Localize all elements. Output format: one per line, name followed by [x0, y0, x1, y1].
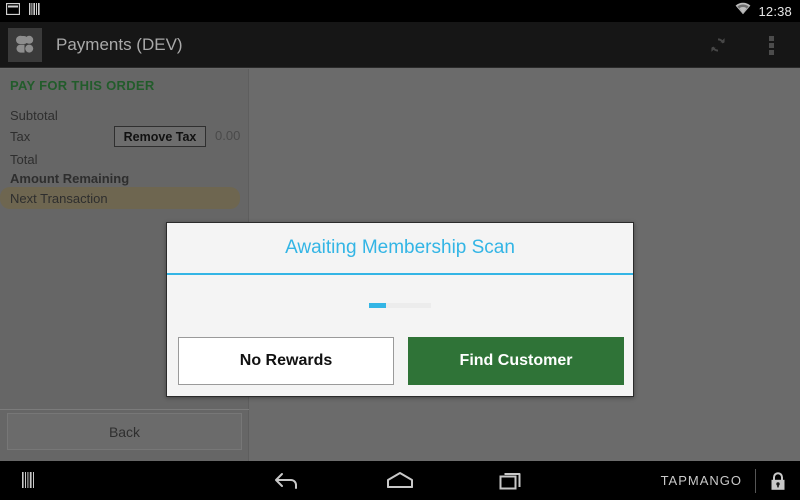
card-icon [5, 2, 21, 20]
remove-tax-button[interactable]: Remove Tax [114, 126, 206, 147]
dialog-body [167, 275, 633, 335]
home-icon[interactable] [368, 461, 432, 500]
barcode-icon[interactable] [22, 472, 44, 493]
content-area: PAY FOR THIS ORDER Subtotal Tax Remove T… [0, 69, 800, 461]
progress-bar-fill [369, 302, 386, 308]
system-navigation-bar: TAPMANGO [0, 461, 800, 500]
order-row-label: Subtotal [10, 108, 58, 123]
status-bar-system-icons: 12:38 [735, 2, 792, 20]
action-bar-actions [696, 23, 794, 67]
tapmango-brand-label: TAPMANGO [660, 473, 742, 488]
order-row-label: Total [10, 152, 38, 167]
order-row-label: Amount Remaining [10, 171, 130, 186]
recents-icon[interactable] [480, 461, 544, 500]
device-screen: 12:38 Payments (DEV) PAY FOR THIS ORDER … [0, 0, 800, 500]
panel-divider [0, 409, 249, 410]
order-row-label: Tax [10, 129, 31, 144]
order-row-total: Total [0, 149, 249, 170]
indeterminate-progress-bar [369, 302, 431, 308]
nav-bar-right: TAPMANGO [661, 461, 800, 500]
order-row-amount-remaining: Amount Remaining [0, 168, 249, 189]
dialog-title: Awaiting Membership Scan [285, 237, 515, 258]
barcode-icon [29, 2, 41, 20]
app-action-bar: Payments (DEV) [0, 22, 800, 68]
lock-icon[interactable] [756, 461, 800, 500]
awaiting-membership-scan-dialog: Awaiting Membership Scan No Rewards Find… [166, 222, 634, 397]
clover-app-icon[interactable] [8, 27, 42, 62]
back-button[interactable]: Back [7, 413, 242, 450]
wifi-icon [735, 2, 751, 20]
pay-for-this-order-header: PAY FOR THIS ORDER [10, 78, 155, 93]
overflow-menu-icon[interactable] [750, 23, 794, 67]
order-row-tax: Tax Remove Tax 0.00 [0, 126, 249, 147]
back-icon[interactable] [256, 461, 320, 500]
refresh-icon[interactable] [696, 23, 740, 67]
order-row-next-transaction[interactable]: Next Transaction [0, 187, 240, 209]
no-rewards-button[interactable]: No Rewards [178, 337, 394, 385]
page-title: Payments (DEV) [56, 34, 183, 54]
find-customer-button[interactable]: Find Customer [408, 337, 624, 385]
status-bar-notification-icons [5, 2, 41, 20]
order-row-label: Next Transaction [10, 190, 108, 206]
status-bar: 12:38 [0, 0, 800, 22]
dialog-button-row: No Rewards Find Customer [178, 337, 624, 385]
nav-keys [240, 461, 560, 500]
tax-amount-value: 0.00 [215, 128, 241, 143]
status-bar-clock: 12:38 [758, 3, 792, 19]
order-row-subtotal: Subtotal [0, 105, 249, 126]
